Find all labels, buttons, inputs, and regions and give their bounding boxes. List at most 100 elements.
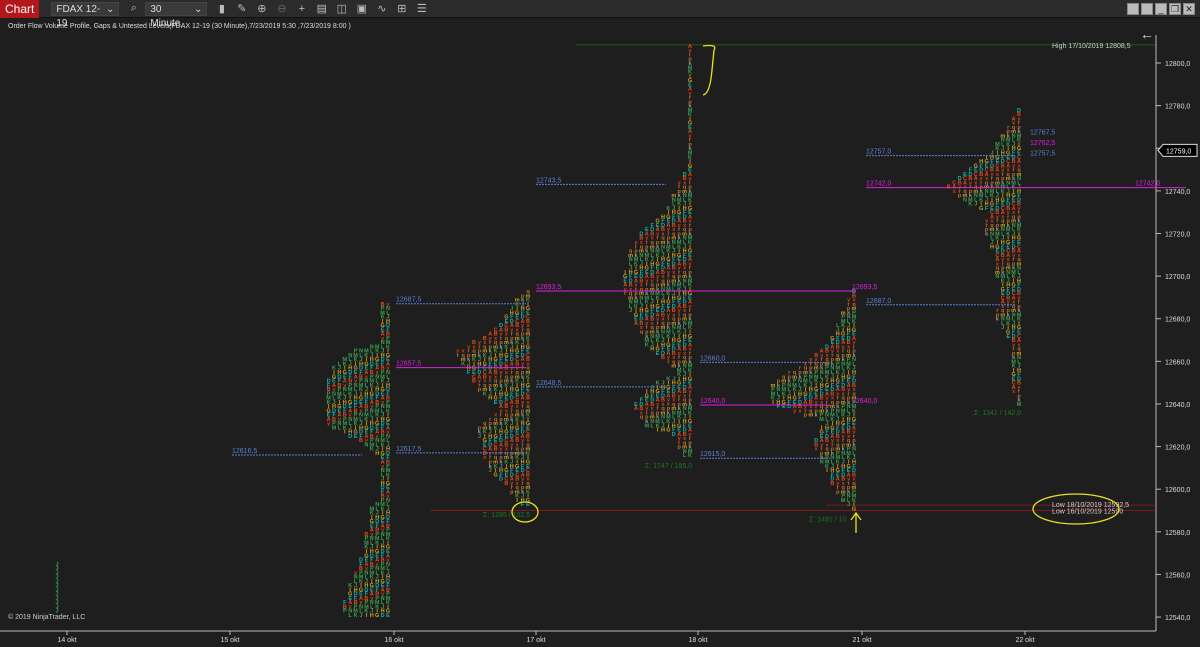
tpo-letter: q — [640, 330, 643, 336]
date-tick-label: 22 okt — [1015, 637, 1034, 644]
tpo-letter: H — [488, 396, 492, 402]
level-label: 12617,5 — [396, 446, 421, 453]
price-tick-label: 12740,0 — [1165, 189, 1190, 196]
back-arrow-icon[interactable]: ← — [1140, 26, 1154, 42]
level-label: 12687,0 — [866, 298, 891, 305]
tpo-letter: N — [995, 274, 999, 280]
tpo-letter: A — [634, 321, 638, 327]
tpo-letter: D — [381, 613, 385, 619]
price-tick-label: 12640,0 — [1165, 402, 1190, 409]
tpo-letter: m — [808, 413, 813, 419]
tpo-letter: K — [354, 613, 358, 619]
date-tick-label: 16 okt — [384, 637, 403, 644]
level-label: 12657,5 — [396, 361, 421, 368]
level-label: 12687,5 — [396, 297, 421, 304]
current-price-label: 12759,0 — [1166, 148, 1191, 155]
date-tick-label: 14 okt — [57, 637, 76, 644]
level-label: 12757,0 — [866, 149, 891, 156]
level-label: 12757,5 — [1030, 151, 1055, 158]
level-label: 12640,0 — [852, 398, 877, 405]
tpo-letter: K — [370, 447, 374, 453]
tpo-letter: J — [629, 308, 632, 314]
low-label: Low 16/10/2019 12590 — [1052, 509, 1123, 516]
tpo-letter: G — [979, 206, 983, 212]
copyright: © 2019 NinjaTrader, LLC — [8, 614, 86, 621]
tpo-letter: J — [489, 468, 492, 474]
tpo-letter: D — [499, 477, 503, 483]
price-tick-label: 12560,0 — [1165, 572, 1190, 579]
profile-sigma-label: Σ: 1285 / 102,5 — [483, 512, 530, 519]
profile-sigma-label: Σ: 1747 / 195,0 — [645, 463, 692, 470]
tpo-letter: H — [370, 613, 374, 619]
level-label: 12693,5 — [536, 284, 561, 291]
price-tick-label: 12720,0 — [1165, 231, 1190, 238]
tpo-letter: J — [1001, 325, 1004, 331]
tpo-letter: E — [656, 351, 660, 357]
tpo-letter: H — [375, 451, 379, 457]
level-label: 12660,0 — [700, 355, 725, 362]
tpo-letter: H — [661, 428, 665, 434]
price-tick-label: 12580,0 — [1165, 530, 1190, 537]
tpo-letter: K — [688, 453, 692, 459]
tpo-letter: q — [640, 415, 643, 421]
tpo-letter: K — [483, 391, 487, 397]
level-label: 12615,0 — [700, 451, 725, 458]
date-tick-label: 15 okt — [220, 637, 239, 644]
level-label: 12762,5 — [1030, 140, 1055, 147]
tpo-letter: N — [364, 442, 368, 448]
tpo-letter: G — [375, 613, 379, 619]
level-label: 12767,5 — [1030, 129, 1055, 136]
tpo-letter: A — [634, 406, 638, 412]
price-tick-label: 12540,0 — [1165, 615, 1190, 622]
price-tick-label: 12800,0 — [1165, 61, 1190, 68]
price-tick-label: 12780,0 — [1165, 104, 1190, 111]
profile-sigma-label: Σ: 1341 / 142,0 — [974, 410, 1021, 417]
tpo-letter: E — [354, 434, 358, 440]
level-label: 12616,5 — [232, 448, 257, 455]
date-tick-label: 17 okt — [526, 637, 545, 644]
date-tick-label: 21 okt — [852, 637, 871, 644]
level-label: 12648,5 — [536, 380, 561, 387]
tpo-letter: M — [645, 423, 650, 429]
tpo-letter: E — [1006, 334, 1010, 340]
price-tick-label: 12620,0 — [1165, 445, 1190, 452]
tpo-letter: G — [852, 506, 856, 512]
tpo-letter: B — [359, 438, 363, 444]
tpo-letter: B — [472, 379, 476, 385]
tpo-letter: N — [820, 459, 824, 465]
tpo-letter: m — [671, 364, 676, 370]
tpo-letter: M — [332, 425, 337, 431]
tpo-letter: E — [494, 400, 498, 406]
tpo-letter: B — [661, 355, 665, 361]
tpo-letter: H — [990, 244, 994, 250]
tpo-letter: J — [847, 502, 850, 508]
tpo-letter: M — [819, 417, 824, 423]
level-label: 12640,0 — [700, 398, 725, 405]
tpo-letter: G — [666, 428, 670, 434]
tpo-letter: G — [493, 472, 497, 478]
tpo-letter: J — [478, 434, 481, 440]
tpo-letter: M — [841, 498, 846, 504]
tpo-letter: B — [504, 481, 508, 487]
chart-plot[interactable]: 12800,012780,012760,012740,012720,012700… — [0, 0, 1200, 647]
price-tick-label: 12600,0 — [1165, 487, 1190, 494]
tpo-letter: K — [968, 202, 972, 208]
tpo-letter: N — [963, 197, 967, 203]
tpo-letter: B — [830, 481, 834, 487]
level-label: 12743,5 — [536, 177, 561, 184]
tpo-letter: D — [672, 432, 676, 438]
tpo-letter: K — [461, 361, 465, 367]
tpo-letter: J — [974, 202, 977, 208]
price-tick-label: 12700,0 — [1165, 274, 1190, 281]
price-tick-label: 12660,0 — [1165, 359, 1190, 366]
tpo-letter: J — [359, 613, 362, 619]
high-label: High 17/10/2019 12808,5 — [1052, 43, 1131, 50]
tpo-letter: P — [343, 609, 347, 615]
tpo-letter: M — [1017, 402, 1022, 408]
price-tick-label: 12680,0 — [1165, 317, 1190, 324]
tpo-letter: K — [645, 342, 649, 348]
plot-area — [0, 35, 1155, 630]
tpo-letter: D — [348, 434, 352, 440]
level-label: 12742,0 — [866, 181, 891, 188]
level-label: 12693,5 — [852, 284, 877, 291]
